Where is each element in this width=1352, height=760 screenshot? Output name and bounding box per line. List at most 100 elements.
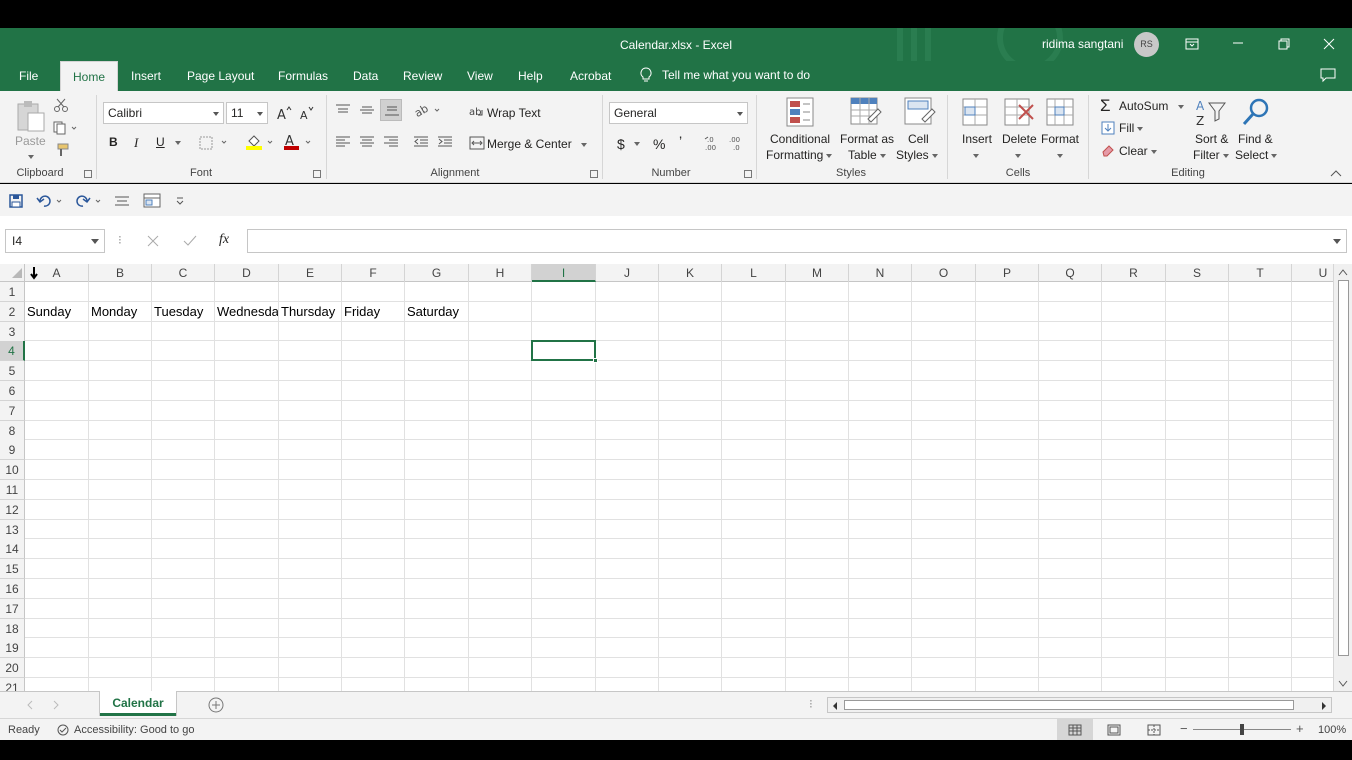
column-header-p[interactable]: P — [976, 264, 1039, 282]
save-icon[interactable] — [9, 194, 23, 208]
align-middle-icon[interactable] — [359, 103, 375, 117]
close-button[interactable] — [1306, 28, 1352, 61]
number-launcher[interactable] — [744, 170, 752, 178]
restore-button[interactable] — [1261, 28, 1307, 61]
horizontal-scroll-thumb[interactable] — [844, 700, 1294, 710]
select-all-button[interactable] — [0, 264, 25, 282]
column-header-k[interactable]: K — [659, 264, 722, 282]
cell-styles-label-2[interactable]: Styles — [896, 148, 938, 162]
row-header-15[interactable]: 15 — [0, 559, 25, 580]
autosum-icon[interactable]: Σ — [1100, 96, 1111, 116]
align-bottom-button[interactable] — [380, 99, 402, 121]
fill-color-icon[interactable] — [245, 133, 277, 151]
clear-label[interactable]: Clear — [1119, 144, 1157, 158]
scroll-left-icon[interactable] — [831, 701, 839, 711]
increase-decimal-icon[interactable]: .0.00 — [704, 134, 724, 152]
tell-me-search[interactable]: Tell me what you want to do — [640, 67, 810, 83]
user-name[interactable]: ridima sangtani — [1042, 37, 1123, 51]
conditional-formatting-label-2[interactable]: Formatting — [766, 148, 833, 162]
autosum-caret[interactable] — [1175, 99, 1184, 113]
format-caret[interactable] — [1054, 148, 1063, 162]
column-header-c[interactable]: C — [152, 264, 215, 282]
comma-button[interactable]: ’ — [679, 133, 682, 149]
alignment-launcher[interactable] — [590, 170, 598, 178]
formula-bar-splitter[interactable]: ⁝ — [118, 233, 122, 247]
find-select-label-2[interactable]: Select — [1235, 148, 1278, 162]
tab-review[interactable]: Review — [403, 69, 442, 83]
sort-filter-label-2[interactable]: Filter — [1193, 148, 1229, 162]
copy-icon[interactable] — [53, 121, 77, 135]
row-header-11[interactable]: 11 — [0, 480, 25, 500]
form-icon[interactable] — [143, 193, 163, 209]
column-header-u[interactable]: U — [1292, 264, 1333, 282]
zoom-level[interactable]: 100% — [1318, 724, 1346, 736]
align-top-icon[interactable] — [335, 103, 351, 117]
spreadsheet-grid[interactable]: ABCDEFGHIJKLMNOPQRSTU 1 2 3 4 5 6 7 8 9 10 11 12 13 1… — [0, 264, 1333, 691]
cancel-icon[interactable] — [147, 235, 159, 247]
tab-view[interactable]: View — [467, 69, 493, 83]
column-header-b[interactable]: B — [89, 264, 152, 282]
column-header-j[interactable]: J — [596, 264, 659, 282]
cell-styles-icon[interactable] — [904, 97, 936, 129]
font-launcher[interactable] — [313, 170, 321, 178]
avatar[interactable]: RS — [1134, 32, 1159, 57]
percent-button[interactable]: % — [653, 136, 665, 152]
sheet-tab-calendar[interactable]: Calendar — [100, 691, 176, 716]
row-header-12[interactable]: 12 — [0, 499, 25, 520]
tab-acrobat[interactable]: Acrobat — [570, 69, 611, 83]
fill-label[interactable]: Fill — [1119, 121, 1144, 135]
zoom-in-button[interactable]: + — [1296, 721, 1304, 736]
name-box[interactable]: I4 — [5, 229, 105, 253]
column-header-d[interactable]: D — [215, 264, 279, 282]
row-header-2[interactable]: 2 — [0, 301, 25, 322]
font-color-icon[interactable]: A — [283, 133, 315, 151]
column-header-g[interactable]: G — [405, 264, 469, 282]
merge-center-caret[interactable] — [578, 137, 587, 151]
sort-filter-icon[interactable]: AZ — [1195, 97, 1227, 129]
format-painter-icon[interactable] — [53, 143, 69, 157]
decrease-font-icon[interactable]: A — [299, 105, 315, 121]
fill-handle[interactable] — [593, 358, 598, 364]
cell-d2[interactable]: Wednesday — [217, 302, 278, 322]
increase-indent-icon[interactable] — [437, 135, 453, 149]
column-header-q[interactable]: Q — [1039, 264, 1102, 282]
ribbon-display-options-button[interactable] — [1169, 28, 1215, 61]
vertical-scroll-thumb[interactable] — [1338, 280, 1349, 656]
column-header-h[interactable]: H — [469, 264, 532, 282]
page-break-view-icon[interactable] — [1147, 724, 1161, 736]
currency-button[interactable]: $ — [617, 136, 625, 152]
fill-down-icon[interactable] — [1101, 121, 1115, 135]
conditional-formatting-icon[interactable] — [786, 97, 816, 129]
row-header-1[interactable]: 1 — [0, 282, 25, 302]
cell-b2[interactable]: Monday — [91, 302, 151, 322]
cell-c2[interactable]: Tuesday — [154, 302, 214, 322]
align-left-icon[interactable] — [335, 135, 351, 149]
scroll-down-icon[interactable] — [1338, 680, 1348, 688]
row-header-21[interactable]: 21 — [0, 678, 25, 691]
redo-icon[interactable] — [75, 194, 105, 208]
conditional-formatting-label-1[interactable]: Conditional — [770, 132, 830, 146]
decrease-indent-icon[interactable] — [413, 135, 429, 149]
format-as-table-label-2[interactable]: Table — [848, 148, 886, 162]
format-cells-icon[interactable] — [1045, 97, 1077, 129]
orientation-icon[interactable]: ab — [414, 102, 444, 118]
prev-sheet-icon[interactable] — [26, 700, 34, 710]
horizontal-scrollbar[interactable] — [827, 697, 1332, 713]
align-lines-icon[interactable] — [114, 194, 130, 208]
sort-filter-label-1[interactable]: Sort & — [1195, 132, 1228, 146]
page-layout-view-icon[interactable] — [1107, 724, 1121, 736]
zoom-out-button[interactable]: − — [1180, 721, 1188, 736]
tab-page-layout[interactable]: Page Layout — [187, 69, 254, 83]
column-header-n[interactable]: N — [849, 264, 912, 282]
tab-home[interactable]: Home — [60, 61, 119, 91]
insert-caret[interactable] — [970, 148, 979, 162]
zoom-slider-thumb[interactable] — [1240, 724, 1244, 735]
comments-button[interactable] — [1320, 67, 1336, 86]
cell-a2[interactable]: Sunday — [27, 302, 88, 322]
format-label[interactable]: Format — [1041, 132, 1079, 146]
row-header-4[interactable]: 4 — [0, 341, 25, 362]
tab-help[interactable]: Help — [518, 69, 543, 83]
row-header-3[interactable]: 3 — [0, 321, 25, 342]
customize-qat-icon[interactable] — [175, 196, 185, 206]
insert-function-button[interactable]: fx — [219, 232, 229, 248]
